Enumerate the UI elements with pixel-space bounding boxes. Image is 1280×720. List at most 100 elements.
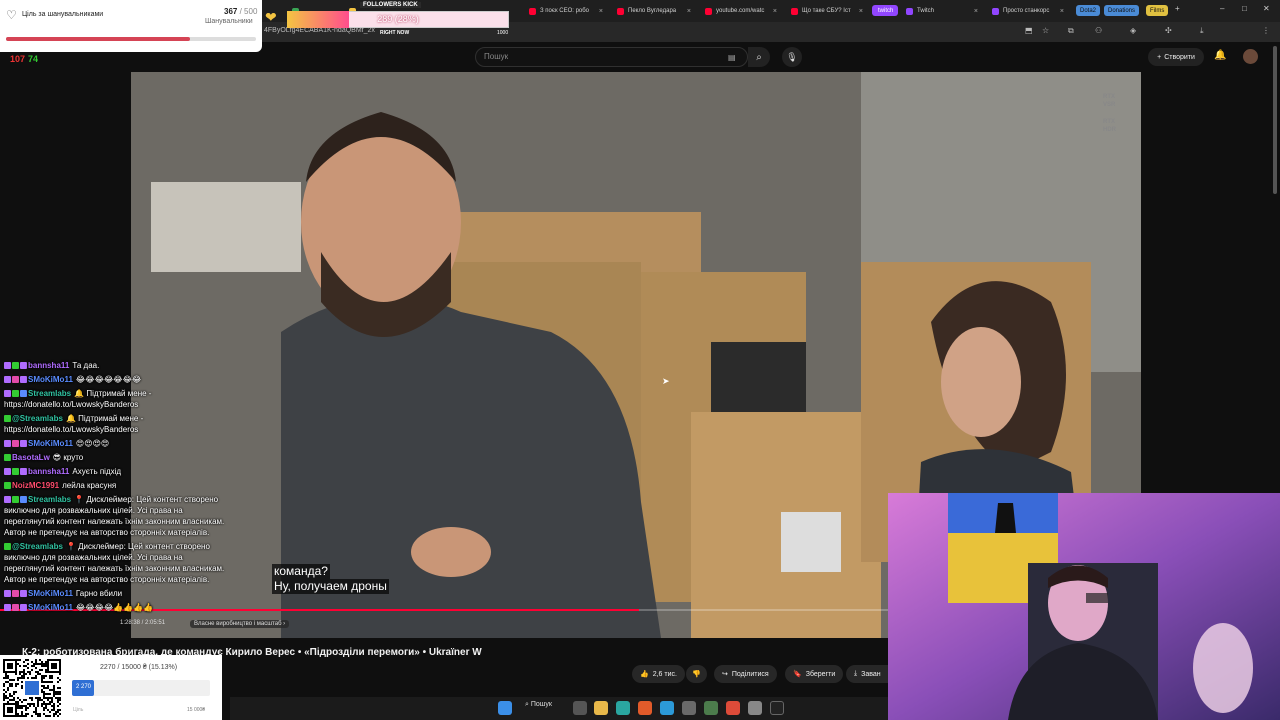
- chat-username: NoizMC1991: [12, 481, 60, 490]
- follower-goal-widget: [0, 0, 262, 52]
- app-icon[interactable]: [682, 701, 696, 715]
- chat-badge-icon: [12, 496, 19, 503]
- notifications-bell-icon[interactable]: 🔔: [1214, 50, 1226, 61]
- browser-tab[interactable]: Пекло Вугледара ×: [611, 2, 697, 20]
- save-button[interactable]: 🔖 Зберегти: [785, 665, 844, 683]
- download-icon: ⤓: [854, 670, 858, 677]
- telegram-icon[interactable]: [660, 701, 674, 715]
- close-tab-icon[interactable]: ×: [1060, 8, 1064, 15]
- download-button[interactable]: ⤓ Заван: [846, 665, 888, 683]
- taskbar-search[interactable]: ⌕ Пошук: [525, 701, 552, 709]
- goal-value: 367 / 500: [224, 7, 258, 16]
- tab-label: З поєк CEO: робо: [540, 8, 590, 14]
- settings-icon[interactable]: [748, 701, 762, 715]
- chat-text: 😂😂😂😂👍👍👍👍: [75, 603, 154, 612]
- bookmark-pill-donations[interactable]: Donations: [1104, 5, 1140, 16]
- app-icon[interactable]: [704, 701, 718, 715]
- maximize-button[interactable]: □: [1242, 4, 1247, 13]
- subtitle-line-2: Ну, получаем дроны: [272, 579, 389, 594]
- new-tab-button[interactable]: +: [1175, 4, 1180, 13]
- chat-username: SMoKiMo11: [28, 603, 73, 612]
- chat-text: 😍😍😍😍: [75, 439, 110, 448]
- browser-tab[interactable]: twitch: [872, 5, 898, 16]
- extension-icon[interactable]: ◈: [1130, 26, 1136, 35]
- chat-badge-icon: [4, 440, 11, 447]
- voice-search-button[interactable]: 🎙: [782, 47, 802, 67]
- chat-badge-icon: [4, 415, 11, 422]
- create-button[interactable]: + Створити: [1148, 48, 1204, 66]
- webcam-overlay: [888, 493, 1280, 720]
- mic-icon: 🎙: [786, 51, 798, 62]
- share-button[interactable]: ↪ Поділитися: [714, 665, 777, 683]
- obs-icon[interactable]: [770, 701, 784, 715]
- bookmark-icon: 🔖: [793, 671, 802, 678]
- chat-badge-icon: [12, 362, 19, 369]
- time-display: 1:28:38 / 2:05:51: [120, 620, 166, 626]
- rtx-hdr-indicator: RTX HDR: [1103, 119, 1116, 133]
- close-tab-icon[interactable]: ×: [974, 8, 978, 15]
- close-window-button[interactable]: ✕: [1263, 4, 1270, 13]
- close-tab-icon[interactable]: ×: [773, 8, 777, 15]
- chat-badge-icon: [12, 604, 19, 611]
- close-tab-icon[interactable]: ×: [859, 8, 863, 15]
- edge-icon[interactable]: [616, 701, 630, 715]
- chat-text: Гарно вбили: [75, 589, 123, 598]
- task-view-icon[interactable]: [573, 701, 587, 715]
- scrollbar[interactable]: [1273, 46, 1277, 194]
- file-explorer-icon[interactable]: [594, 701, 608, 715]
- chat-badge-icon: [12, 468, 19, 475]
- chrome-icon[interactable]: [726, 701, 740, 715]
- goal-progress-fill: [6, 37, 190, 41]
- heart-icon: ❤: [265, 9, 277, 25]
- donation-label: Ціль: [73, 707, 84, 713]
- chat-badge-icon: [20, 468, 27, 475]
- browser-tab[interactable]: З поєк CEO: робо ×: [523, 2, 609, 20]
- install-icon[interactable]: ⬒: [1025, 26, 1033, 35]
- browser-tab[interactable]: Що таке СБУ? Іст ×: [785, 2, 869, 20]
- search-input[interactable]: [475, 47, 748, 67]
- close-tab-icon[interactable]: ×: [599, 8, 603, 15]
- youtube-viewers: 107: [10, 54, 26, 64]
- extension-icon[interactable]: ⚇: [1095, 26, 1102, 35]
- chat-username: BasotaLw: [12, 453, 50, 462]
- close-tab-icon[interactable]: ×: [687, 8, 691, 15]
- download-icon[interactable]: ⤓: [1200, 26, 1204, 36]
- search-icon: ⌕: [756, 51, 762, 63]
- tab-favicon-icon: [992, 7, 999, 15]
- chapter-button[interactable]: Власне виробництво і масштаб ›: [190, 620, 290, 628]
- like-button[interactable]: 👍 2,6 тис.: [632, 665, 685, 683]
- dislike-button[interactable]: 👎: [686, 665, 707, 683]
- chat-message: SMoKiMo11 😂😂😂😂👍👍👍👍: [0, 602, 230, 613]
- chat-badge-icon: [4, 390, 11, 397]
- chat-badge-icon: [20, 496, 27, 503]
- search-button[interactable]: ⌕: [748, 47, 770, 67]
- bookmark-pill-films[interactable]: Films: [1146, 5, 1169, 16]
- bookmark-pill-dota2[interactable]: Dota2: [1076, 5, 1101, 16]
- keyboard-icon[interactable]: ▤: [728, 53, 736, 62]
- extension-icon[interactable]: ⧉: [1068, 26, 1074, 36]
- tab-label: Twitch: [917, 8, 935, 14]
- extensions-icon[interactable]: ✣: [1165, 26, 1172, 35]
- minimize-button[interactable]: –: [1220, 4, 1224, 13]
- tab-favicon-icon: [705, 7, 712, 15]
- address-text[interactable]: 4FByOLfg4ECABA1K-ndaQBMf_2x: [264, 27, 375, 34]
- star-icon[interactable]: ☆: [1042, 26, 1049, 35]
- chat-badge-icon: [20, 440, 27, 447]
- chat-message: Streamlabs 📍 Дисклеймер: Цей контент ство…: [0, 494, 230, 538]
- account-avatar[interactable]: [1243, 49, 1258, 64]
- chat-username: SMoKiMo11: [28, 439, 73, 448]
- chat-username: Streamlabs: [28, 495, 72, 504]
- kick-right-now: RIGHT NOW: [380, 30, 410, 36]
- menu-icon[interactable]: ⋮: [1262, 26, 1270, 35]
- tab-label: youtube.com/watc: [716, 8, 765, 14]
- browser-tab[interactable]: Twitch ×: [900, 2, 984, 20]
- firefox-icon[interactable]: [638, 701, 652, 715]
- chat-badge-icon: [20, 390, 27, 397]
- browser-tab[interactable]: Просто станкорс ×: [986, 2, 1070, 20]
- chat-username: bannsha11: [28, 361, 70, 370]
- start-icon[interactable]: [498, 701, 512, 715]
- tab-favicon-icon: [617, 7, 624, 15]
- browser-tab[interactable]: youtube.com/watc ×: [699, 2, 783, 20]
- chat-badge-icon: [4, 604, 11, 611]
- chat-badge-icon: [4, 496, 11, 503]
